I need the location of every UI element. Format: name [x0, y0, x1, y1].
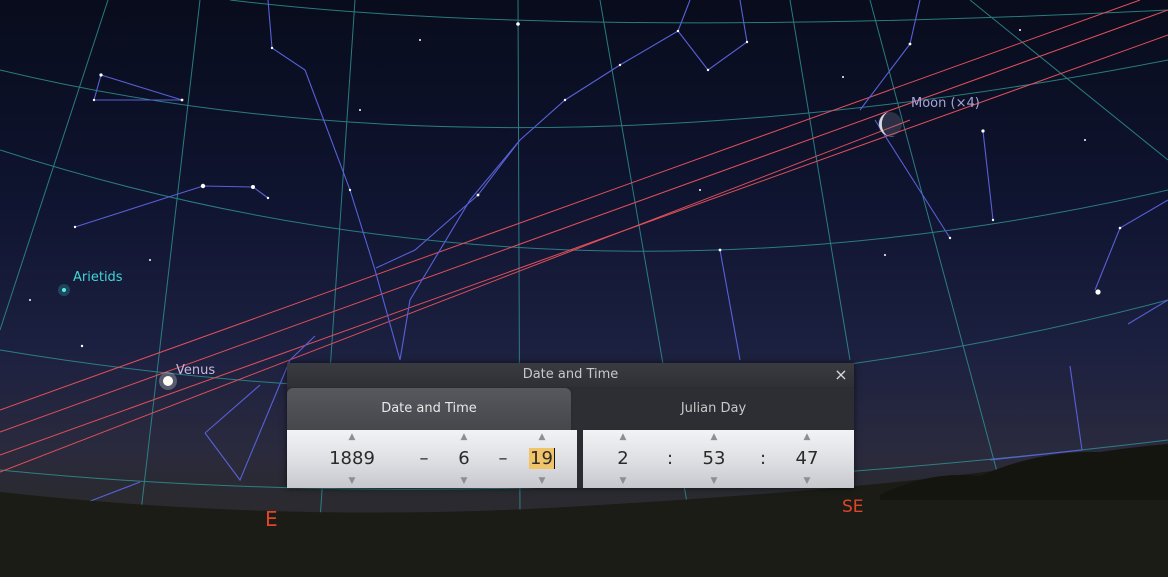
dialog-title: Date and Time: [522, 367, 619, 382]
day-value[interactable]: 19: [529, 448, 555, 469]
date-separator: –: [419, 448, 429, 469]
arietids-label: Arietids: [73, 270, 123, 285]
date-time-dialog: Date and Time × Date and Time Julian Day…: [287, 363, 854, 488]
date-panel: ▲ 1889 ▼ – ▲ 6 ▼ – ▲ 19 ▼: [287, 430, 577, 488]
month-value[interactable]: 6: [449, 447, 479, 471]
day-spinbox[interactable]: ▲ 19 ▼: [525, 430, 559, 488]
month-down-arrow-icon[interactable]: ▼: [449, 475, 479, 487]
minute-up-arrow-icon[interactable]: ▲: [697, 431, 731, 443]
time-separator: :: [666, 448, 674, 469]
venus-label: Venus: [176, 363, 216, 378]
sky-view[interactable]: [0, 0, 1168, 577]
minute-spinbox[interactable]: ▲ 53 ▼: [697, 430, 731, 488]
time-separator: :: [759, 448, 767, 469]
tab-date-and-time[interactable]: Date and Time: [287, 388, 571, 430]
hour-spinbox[interactable]: ▲ 2 ▼: [608, 430, 638, 488]
venus-planet[interactable]: [159, 372, 177, 390]
day-down-arrow-icon[interactable]: ▼: [525, 475, 559, 487]
hour-up-arrow-icon[interactable]: ▲: [608, 431, 638, 443]
hour-down-arrow-icon[interactable]: ▼: [608, 475, 638, 487]
cardinal-southeast: SE: [842, 497, 864, 517]
meteor-radiant-arietids[interactable]: [58, 284, 70, 296]
time-panel: ▲ 2 ▼ : ▲ 53 ▼ : ▲ 47 ▼: [583, 430, 854, 488]
close-icon[interactable]: ×: [832, 366, 850, 384]
moon-planet[interactable]: [878, 112, 902, 137]
stars: [29, 22, 1122, 348]
day-up-arrow-icon[interactable]: ▲: [525, 431, 559, 443]
month-up-arrow-icon[interactable]: ▲: [449, 431, 479, 443]
minute-down-arrow-icon[interactable]: ▼: [697, 475, 731, 487]
moon-label: Moon (×4): [911, 96, 980, 111]
cardinal-east: E: [265, 507, 278, 531]
minute-value[interactable]: 53: [697, 447, 731, 471]
second-spinbox[interactable]: ▲ 47 ▼: [790, 430, 824, 488]
second-value[interactable]: 47: [790, 447, 824, 471]
year-spinbox[interactable]: ▲ 1889 ▼: [327, 430, 377, 488]
year-value[interactable]: 1889: [327, 447, 377, 471]
second-up-arrow-icon[interactable]: ▲: [790, 431, 824, 443]
tab-julian-day[interactable]: Julian Day: [573, 388, 854, 430]
second-down-arrow-icon[interactable]: ▼: [790, 475, 824, 487]
month-spinbox[interactable]: ▲ 6 ▼: [449, 430, 479, 488]
date-separator: –: [498, 448, 508, 469]
year-up-arrow-icon[interactable]: ▲: [327, 431, 377, 443]
dialog-titlebar[interactable]: Date and Time ×: [287, 363, 854, 387]
hour-value[interactable]: 2: [608, 447, 638, 471]
year-down-arrow-icon[interactable]: ▼: [327, 475, 377, 487]
